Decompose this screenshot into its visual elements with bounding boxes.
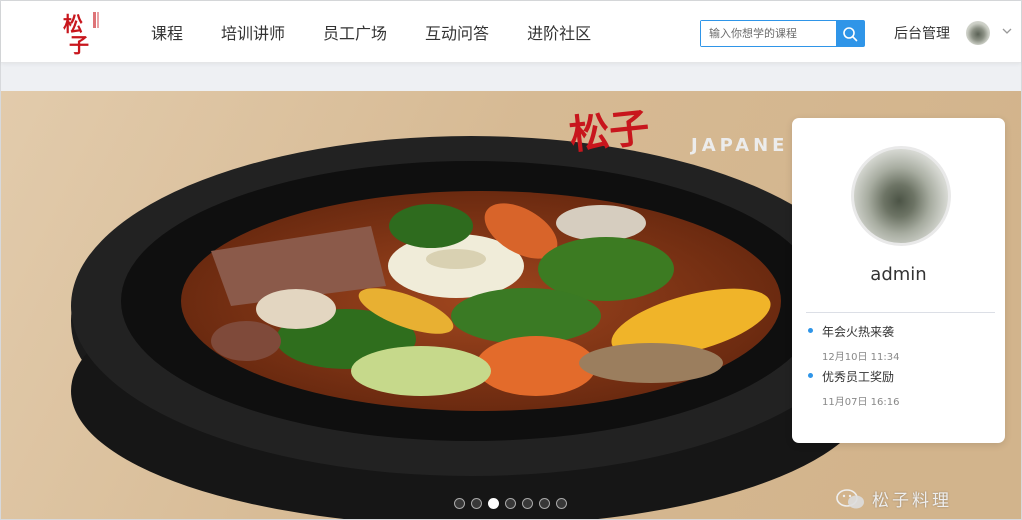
svg-text:子: 子 <box>69 33 89 55</box>
news-item: 优秀员工奖励 11月07日 16:16 <box>808 368 988 408</box>
nav-item-trainers[interactable]: 培训讲师 <box>221 20 285 44</box>
nav-item-staff-square[interactable]: 员工广场 <box>323 20 387 44</box>
search-input[interactable] <box>701 21 836 46</box>
logo[interactable]: 松 子 <box>61 9 103 57</box>
news-item: 年会火热来袭 12月10日 11:34 <box>808 323 988 363</box>
search-box <box>700 20 865 47</box>
admin-link[interactable]: 后台管理 <box>894 23 950 43</box>
pot-brand-text: JAPANE <box>691 135 789 156</box>
chevron-down-icon[interactable] <box>1001 25 1013 37</box>
carousel-dot-5[interactable] <box>522 498 533 509</box>
carousel-dot-7[interactable] <box>556 498 567 509</box>
wechat-icon <box>836 488 864 508</box>
user-avatar[interactable] <box>966 21 990 45</box>
carousel-dot-2[interactable] <box>471 498 482 509</box>
main-nav: 课程 培训讲师 员工广场 互动问答 进阶社区 <box>151 1 629 63</box>
nav-item-qa[interactable]: 互动问答 <box>425 20 489 44</box>
wechat-text: 松子料理 <box>872 491 952 511</box>
carousel-dot-3[interactable] <box>488 498 499 509</box>
news-time: 11月07日 16:16 <box>822 397 900 408</box>
wechat-watermark: 松子料理 <box>836 486 952 511</box>
nav-item-courses[interactable]: 课程 <box>151 20 183 44</box>
news-title[interactable]: 优秀员工奖励 <box>808 368 988 385</box>
news-time: 12月10日 11:34 <box>822 352 900 363</box>
carousel-dot-1[interactable] <box>454 498 465 509</box>
carousel-dot-4[interactable] <box>505 498 516 509</box>
profile-avatar[interactable] <box>851 146 951 246</box>
carousel-indicators <box>454 498 573 509</box>
profile-divider <box>806 312 995 313</box>
svg-text:松子: 松子 <box>567 104 651 159</box>
profile-username: admin <box>870 264 927 285</box>
carousel-dot-6[interactable] <box>539 498 550 509</box>
profile-card: admin 年会火热来袭 12月10日 11:34 优秀员工奖励 11月07日 … <box>792 118 1005 443</box>
nav-item-community[interactable]: 进阶社区 <box>527 20 591 44</box>
search-button[interactable] <box>836 21 864 46</box>
top-header: 松 子 课程 培训讲师 员工广场 互动问答 进阶社区 后台管理 <box>1 1 1021 63</box>
news-title[interactable]: 年会火热来袭 <box>808 323 988 340</box>
search-icon <box>843 26 858 41</box>
